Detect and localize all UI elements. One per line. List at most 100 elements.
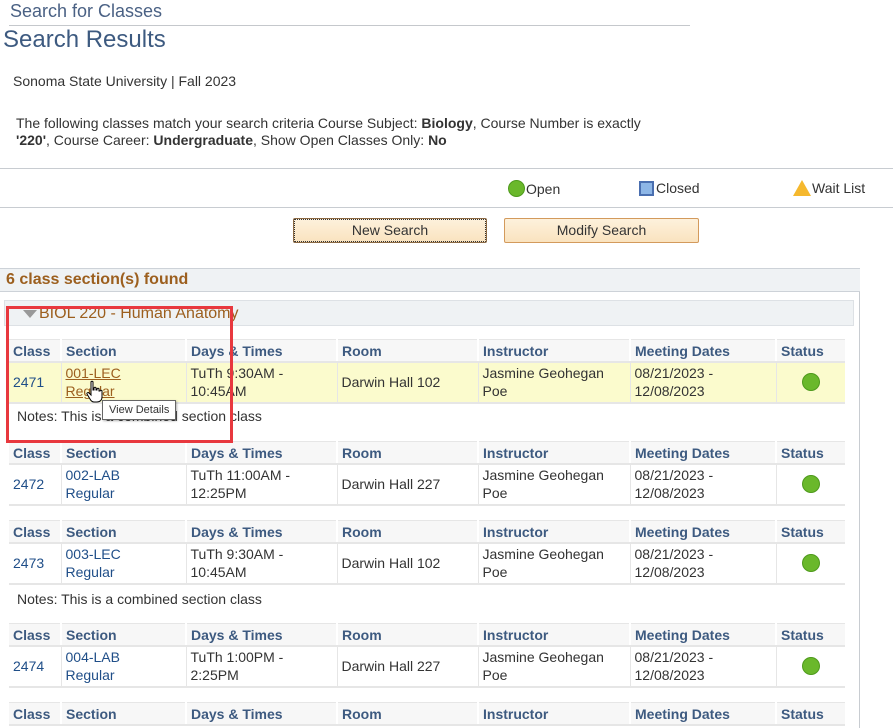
open-status-icon (508, 180, 525, 197)
col-header-instructor: Instructor (478, 441, 631, 465)
col-header-meeting-dates: Meeting Dates (630, 441, 777, 465)
room: Darwin Hall 102 (337, 361, 479, 404)
col-header-meeting-dates: Meeting Dates (630, 520, 777, 544)
status-cell (776, 645, 845, 688)
criteria-career: Undergraduate (153, 132, 253, 148)
legend-open-label: Open (526, 180, 561, 197)
view-details-tooltip: View Details (102, 400, 177, 420)
modify-search-button[interactable]: Modify Search (504, 218, 699, 243)
instructor: Jasmine Geohegan Poe (478, 645, 631, 688)
days-times-end: 12:25PM (190, 485, 247, 501)
days-times-start: TuTh 1:00PM - (190, 649, 284, 665)
section-link[interactable]: 004-LAB Regular (61, 645, 187, 688)
instructor-name: Jasmine Geohegan (482, 467, 604, 483)
col-header-section: Section (61, 520, 187, 544)
col-header-room: Room (337, 441, 479, 465)
legend-wait-list: Wait List (793, 180, 865, 196)
col-header-status: Status (776, 339, 845, 363)
section-notes: Notes: This is a combined section class (17, 591, 262, 607)
room: Darwin Hall 227 (337, 645, 479, 688)
col-header-instructor: Instructor (478, 623, 631, 647)
days-times: TuTh 1:00PM - 2:25PM (186, 645, 338, 688)
table-row: 2472 002-LAB Regular TuTh 11:00AM - 12:25P… (9, 463, 845, 506)
instructor-name-cont: Poe (482, 383, 508, 399)
legend-closed: Closed (639, 180, 700, 196)
col-header-meeting-dates: Meeting Dates (630, 623, 777, 647)
room: Darwin Hall 227 (337, 463, 479, 506)
open-status-icon (801, 657, 820, 675)
col-header-class: Class (9, 702, 62, 726)
dates-end: 12/08/2023 (634, 564, 705, 580)
table-row: 2473 003-LEC Regular TuTh 9:30AM - 10:45AM… (9, 542, 845, 585)
criteria-prefix: The following classes match your search … (16, 115, 422, 131)
search-criteria: The following classes match your search … (16, 115, 706, 149)
criteria-number-label: , Course Number is exactly (472, 115, 641, 131)
section-code[interactable]: 003-LEC (66, 546, 121, 562)
table-row: 2474 004-LAB Regular TuTh 1:00PM -2:25PM … (9, 645, 845, 688)
col-header-section: Section (61, 702, 187, 726)
col-header-class: Class (9, 520, 62, 544)
section-code[interactable]: 002-LAB (66, 467, 120, 483)
col-header-instructor: Instructor (478, 702, 631, 726)
col-header-status: Status (776, 623, 845, 647)
section-table: Class Section Days & Times Room Instruct… (9, 520, 845, 585)
col-header-room: Room (337, 623, 479, 647)
days-times: TuTh 11:00AM - 12:25PM (186, 463, 338, 506)
open-status-icon (801, 475, 820, 493)
dates-start: 08/21/2023 - (634, 467, 714, 483)
section-type[interactable]: Regular (66, 564, 115, 580)
col-header-status: Status (776, 520, 845, 544)
table-header-row: Class Section Days & Times Room Instruct… (9, 623, 845, 647)
meeting-dates: 08/21/2023 - 12/08/2023 (630, 542, 777, 585)
breadcrumb-search-for-classes[interactable]: Search for Classes (10, 1, 162, 22)
instructor-name: Jasmine Geohegan (482, 649, 604, 665)
col-header-days-times: Days & Times (186, 441, 338, 465)
days-times: TuTh 9:30AM - 10:45AM (186, 542, 338, 585)
criteria-open-only: No (428, 132, 447, 148)
status-cell (776, 542, 845, 585)
instructor: Jasmine Geohegan Poe (478, 361, 631, 404)
criteria-career-label: , Course Career: (46, 132, 154, 148)
class-number: 2474 (9, 645, 62, 688)
instructor-name-cont: Poe (482, 667, 508, 683)
criteria-subject: Biology (421, 115, 473, 131)
dates-end: 12/08/2023 (634, 667, 705, 683)
legend-top-divider (0, 168, 893, 169)
room: Darwin Hall 102 (337, 542, 479, 585)
institution-term: Sonoma State University | Fall 2023 (13, 73, 237, 89)
legend-bottom-divider (0, 207, 893, 208)
col-header-section: Section (61, 623, 187, 647)
col-header-meeting-dates: Meeting Dates (630, 702, 777, 726)
col-header-days-times: Days & Times (186, 702, 338, 726)
instructor-name-cont: Poe (482, 564, 508, 580)
hand-pointer-cursor-icon (86, 380, 103, 403)
col-header-section: Section (61, 441, 187, 465)
dates-start: 08/21/2023 - (634, 546, 714, 562)
section-type[interactable]: Regular (66, 667, 115, 683)
instructor-name-cont: Poe (482, 485, 508, 501)
section-table: Class Section Days & Times Room Instruct… (9, 441, 845, 506)
table-header-row: Class Section Days & Times Room Instruct… (9, 702, 845, 726)
days-times-end: 10:45AM (190, 564, 247, 580)
col-header-instructor: Instructor (478, 520, 631, 544)
instructor: Jasmine Geohegan Poe (478, 463, 631, 506)
status-cell (776, 463, 845, 506)
new-search-button[interactable]: New Search (293, 218, 487, 243)
col-header-days-times: Days & Times (186, 520, 338, 544)
section-type[interactable]: Regular (66, 485, 115, 501)
days-times-start: TuTh 9:30AM - (190, 546, 284, 562)
criteria-open-label: , Show Open Classes Only: (252, 132, 429, 148)
open-status-icon (801, 554, 820, 572)
days-times-start: TuTh 11:00AM - (190, 467, 291, 483)
table-header-row: Class Section Days & Times Room Instruct… (9, 441, 845, 465)
dates-end: 12/08/2023 (634, 485, 705, 501)
section-table: Class Section Days & Times Room Instruct… (9, 623, 845, 688)
section-link[interactable]: 002-LAB Regular (61, 463, 187, 506)
meeting-dates: 08/21/2023 - 12/08/2023 (630, 361, 777, 404)
criteria-number: '220' (16, 132, 47, 148)
section-link[interactable]: 003-LEC Regular (61, 542, 187, 585)
open-status-icon (801, 373, 820, 391)
closed-status-icon (639, 180, 654, 196)
section-code[interactable]: 004-LAB (66, 649, 120, 665)
col-header-instructor: Instructor (478, 339, 631, 363)
